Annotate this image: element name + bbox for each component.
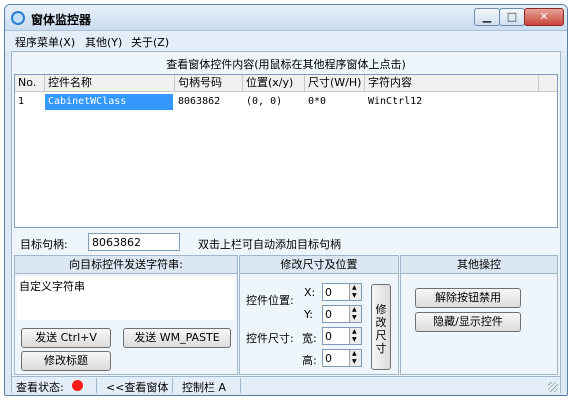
cell-text: WinCtrl12: [368, 96, 423, 107]
col-handle[interactable]: 句柄号码: [175, 75, 243, 92]
target-handle-input[interactable]: [88, 233, 180, 251]
col-position[interactable]: 位置(x/y): [243, 75, 305, 92]
apply-resize-button[interactable]: 修改尺寸: [371, 284, 391, 370]
view-window-button[interactable]: <<查看窗体: [106, 379, 168, 395]
maximize-button[interactable]: □: [499, 8, 525, 26]
resize-grip-icon[interactable]: [548, 382, 558, 392]
width-label: 宽:: [302, 332, 317, 345]
cell-size: 0*0: [308, 96, 327, 107]
send-string-panel: 向目标控件发送字符串: 自定义字符串 发送 Ctrl+V 发送 WM_PASTE…: [14, 255, 238, 375]
modify-title-button[interactable]: 修改标题: [21, 351, 111, 371]
y-spin-buttons[interactable]: ▲ ▼: [349, 306, 361, 322]
col-name[interactable]: 控件名称: [45, 75, 175, 92]
height-label: 高:: [302, 354, 317, 367]
y-label: Y:: [304, 308, 313, 321]
client-area: 查看窗体控件内容(用鼠标在其他程序窗体上点击) No. 控件名称 句柄号码 位置…: [11, 51, 561, 395]
minimize-button[interactable]: ▁: [474, 8, 500, 26]
close-button[interactable]: ✕: [524, 8, 564, 26]
menu-program[interactable]: 程序菜单(X): [15, 34, 75, 50]
window-title: 窗体监控器: [31, 13, 92, 27]
cell-position: (0, 0): [246, 96, 283, 107]
x-spin-buttons[interactable]: ▲ ▼: [349, 284, 361, 300]
cell-name: CabinetWClass: [45, 94, 173, 110]
send-ctrl-v-button[interactable]: 发送 Ctrl+V: [21, 328, 111, 348]
main-window: 窗体监控器 ▁ □ ✕ 程序菜单(X) 其他(Y) 关于(Z) 查看窗体控件内容…: [4, 4, 568, 396]
unlock-button[interactable]: 解除按钮禁用: [415, 288, 521, 308]
send-panel-title: 向目标控件发送字符串:: [15, 256, 237, 274]
col-size[interactable]: 尺寸(W/H): [305, 75, 365, 92]
x-spinner[interactable]: 0 ▲ ▼: [322, 283, 362, 301]
height-spinner[interactable]: 0 ▲ ▼: [322, 349, 362, 367]
width-spinner[interactable]: 0 ▲ ▼: [322, 327, 362, 345]
status-divider: [96, 378, 97, 393]
app-icon: [11, 11, 25, 25]
menu-bar: 程序菜单(X) 其他(Y) 关于(Z): [5, 31, 567, 51]
send-text-input[interactable]: 自定义字符串: [17, 276, 235, 320]
status-indicator: [72, 380, 83, 391]
toggle-visibility-button[interactable]: 隐藏/显示控件: [415, 312, 521, 332]
target-handle-hint: 双击上栏可自动添加目标句柄: [198, 238, 341, 251]
list-header: No. 控件名称 句柄号码 位置(x/y) 尺寸(W/H) 字符内容: [15, 75, 557, 92]
width-value: 0: [325, 330, 332, 343]
size-label: 控件尺寸:: [246, 332, 294, 345]
list-title: 查看窗体控件内容(用鼠标在其他程序窗体上点击): [166, 58, 406, 71]
resize-panel: 修改尺寸及位置 控件位置: X: Y: 控件尺寸: 宽: 高: 0 ▲ ▼ 0 ▲…: [239, 255, 399, 375]
x-value: 0: [325, 286, 332, 299]
cell-no: 1: [18, 96, 25, 107]
other-panel-title: 其他操控: [401, 256, 557, 274]
other-ops-panel: 其他操控 解除按钮禁用 隐藏/显示控件: [400, 255, 558, 375]
table-row[interactable]: 1 CabinetWClass 8063862 (0, 0) 0*0 WinCt…: [15, 94, 557, 110]
x-label: X:: [304, 286, 316, 299]
position-label: 控件位置:: [246, 294, 294, 307]
target-handle-label: 目标句柄:: [20, 238, 68, 251]
col-no[interactable]: No.: [15, 75, 45, 92]
send-wm-paste-button[interactable]: 发送 WM_PASTE: [123, 328, 231, 348]
control-list[interactable]: No. 控件名称 句柄号码 位置(x/y) 尺寸(W/H) 字符内容 1 Cab…: [14, 74, 558, 228]
col-text[interactable]: 字符内容: [365, 75, 539, 92]
status-divider: [240, 378, 241, 393]
control-bar-label: 控制栏 A: [182, 381, 227, 394]
cell-handle: 8063862: [178, 96, 221, 107]
menu-about[interactable]: 关于(Z): [131, 34, 169, 50]
y-value: 0: [325, 308, 332, 321]
height-value: 0: [325, 352, 332, 365]
status-label: 查看状态:: [16, 381, 64, 394]
title-bar[interactable]: 窗体监控器 ▁ □ ✕: [5, 5, 567, 31]
height-spin-buttons[interactable]: ▲ ▼: [349, 350, 361, 366]
y-spinner[interactable]: 0 ▲ ▼: [322, 305, 362, 323]
width-spin-buttons[interactable]: ▲ ▼: [349, 328, 361, 344]
status-bar: 查看状态: <<查看窗体 控制栏 A: [12, 376, 560, 395]
resize-panel-title: 修改尺寸及位置: [240, 256, 398, 274]
menu-other[interactable]: 其他(Y): [85, 34, 122, 50]
status-divider: [172, 378, 173, 393]
